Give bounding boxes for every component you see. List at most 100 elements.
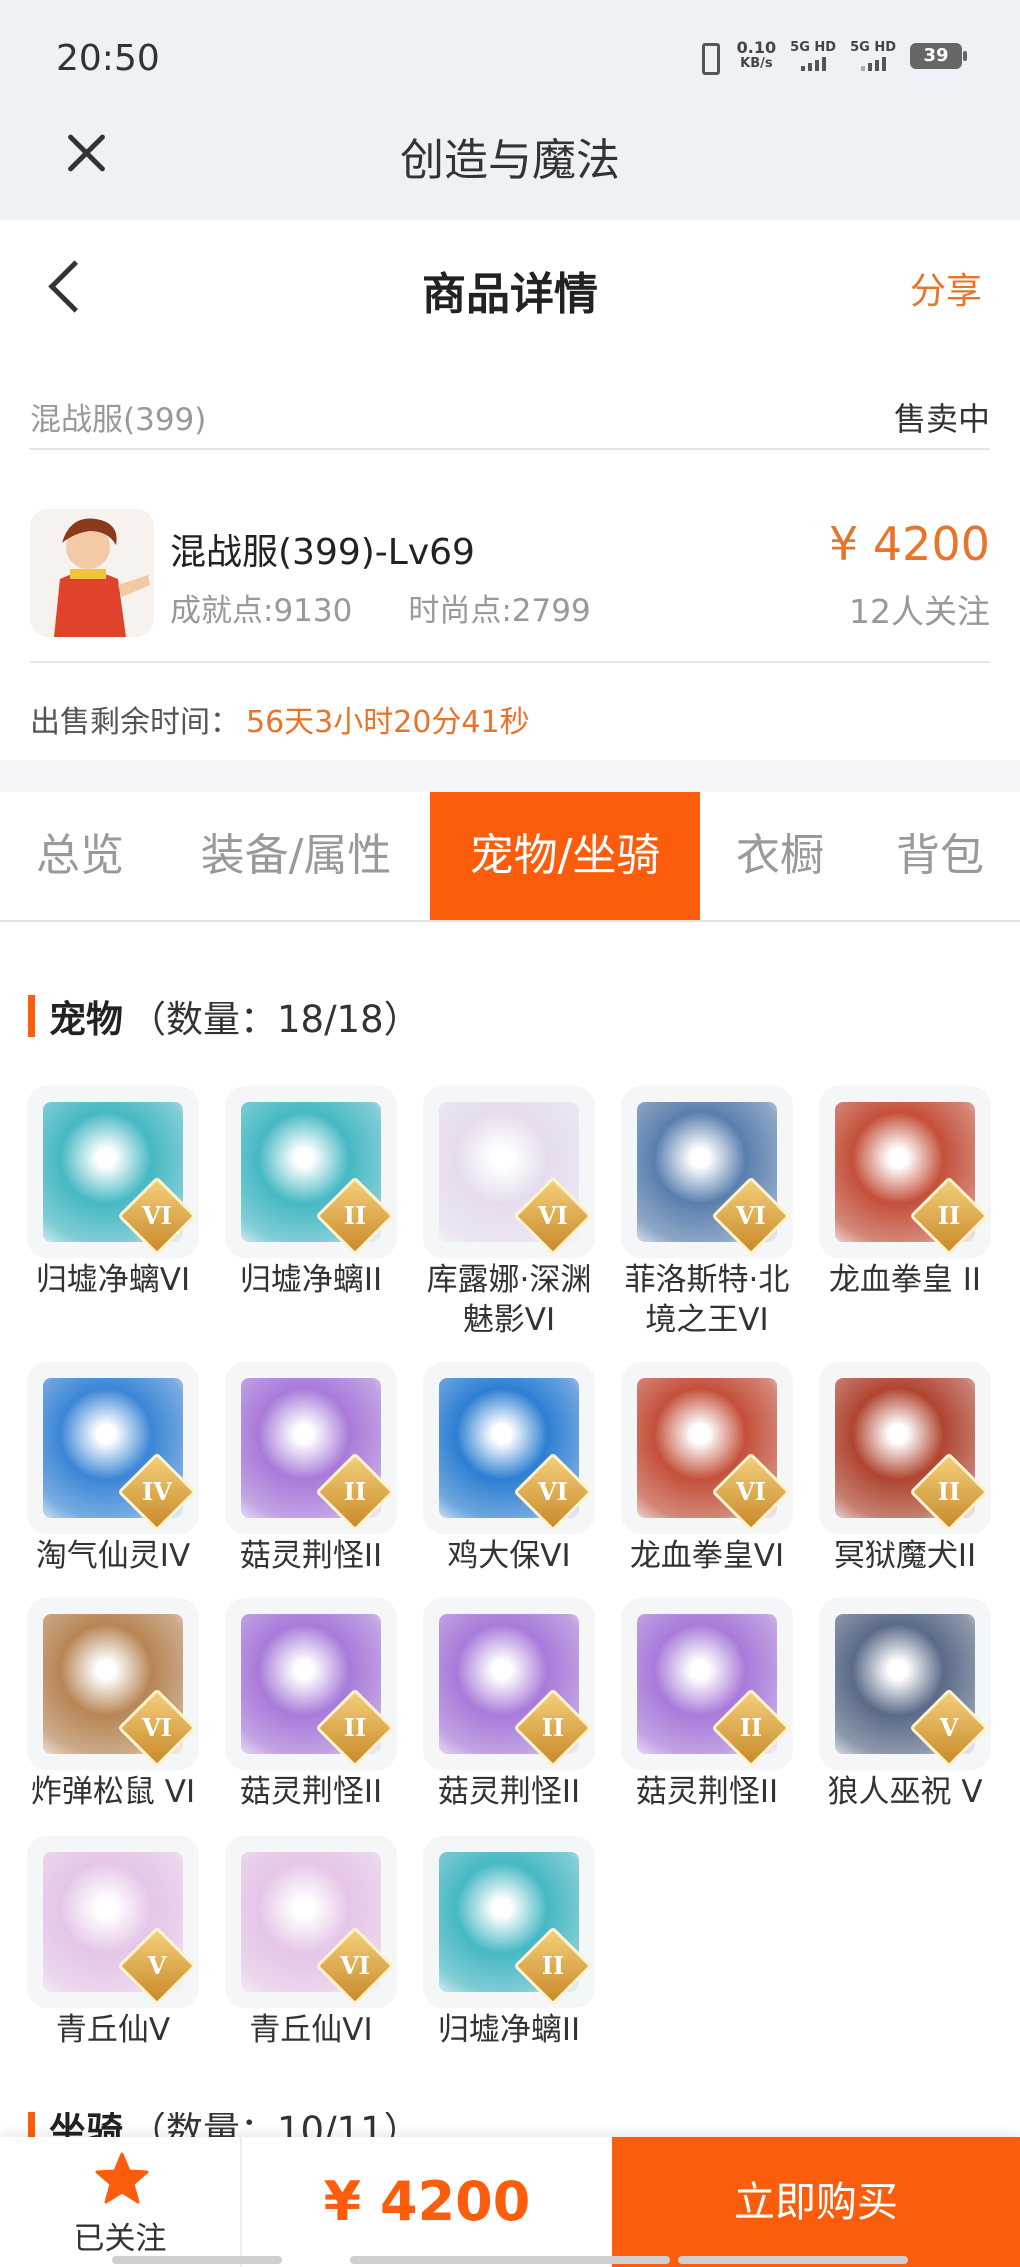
pet-card[interactable]: VI 鸡大保VI (423, 1362, 595, 1576)
rank-badge-label: II (343, 1713, 367, 1742)
pet-image: VI (423, 1362, 595, 1534)
rank-badge-label: VI (538, 1477, 568, 1506)
pet-name: 归墟净螭II (437, 2012, 581, 2048)
pet-card[interactable]: VI 库露娜·深渊魅影VI (423, 1086, 595, 1340)
rank-badge-label: II (541, 1713, 565, 1742)
pet-card[interactable]: V 狼人巫祝 V (819, 1598, 991, 1812)
pet-card[interactable]: II 龙血拳皇 II (819, 1086, 991, 1300)
share-button[interactable]: 分享 (910, 262, 982, 314)
vibrate-icon (693, 41, 723, 75)
pet-card[interactable]: II 菇灵荆怪II (225, 1598, 397, 1812)
signal-icon: 5G HD (790, 41, 836, 71)
pet-card[interactable]: VI 归墟净螭VI (27, 1086, 199, 1300)
pet-image: II (225, 1086, 397, 1258)
tab-overview[interactable]: 总览 (0, 792, 160, 920)
item-stats: 成就点:9130 时尚点:2799 (170, 585, 591, 630)
item-price: ¥ 4200 (829, 517, 990, 571)
tab-bag[interactable]: 背包 (870, 792, 1010, 920)
network-speed: 0.10 KB/s (737, 40, 776, 72)
favorite-label: 已关注 (73, 2221, 167, 2257)
pet-card[interactable]: IV 淘气仙灵IV (27, 1362, 199, 1576)
rank-badge-label: VI (538, 1201, 568, 1230)
pet-name: 狼人巫祝 V (827, 1774, 983, 1810)
pet-name: 归墟净螭VI (35, 1262, 191, 1298)
rank-badge-label: II (343, 1201, 367, 1230)
pet-name: 菇灵荆怪II (239, 1538, 383, 1574)
follower-count: 12人关注 (849, 592, 990, 631)
pet-image: II (819, 1086, 991, 1258)
rank-badge-label: II (937, 1201, 961, 1230)
rank-badge-label: VI (142, 1713, 172, 1742)
page-title: 商品详情 (422, 269, 598, 320)
pet-card[interactable]: II 菇灵荆怪II (225, 1362, 397, 1576)
pet-card[interactable]: VI 青丘仙VI (225, 1836, 397, 2050)
favorite-button[interactable]: 已关注 (0, 2137, 242, 2267)
speed-value: 0.10 (736, 38, 777, 57)
signal-icon-2: 5G HD (850, 41, 896, 71)
pet-image: II (423, 1836, 595, 2008)
status-icons: 0.10 KB/s 5G HD 5G HD 39 (693, 40, 967, 75)
server-name: 混战服(399) (30, 402, 207, 438)
pet-card[interactable]: V 青丘仙V (27, 1836, 199, 2050)
rank-badge-label: V (939, 1713, 959, 1742)
character-avatar (30, 509, 154, 637)
page-header: 商品详情 分享 (0, 220, 1020, 350)
item-name: 混战服(399)-Lv69 (170, 532, 475, 573)
tab-equipment[interactable]: 装备/属性 (176, 792, 416, 920)
pet-card[interactable]: II 冥狱魔犬II (819, 1362, 991, 1576)
pet-name: 冥狱魔犬II (833, 1538, 977, 1574)
pet-card[interactable]: VI 炸弹松鼠 VI (27, 1598, 199, 1812)
pet-image: IV (27, 1362, 199, 1534)
bottom-bar: 已关注 ¥ 4200 立即购买 (0, 2137, 1020, 2267)
battery-icon: 39 (910, 43, 967, 69)
nav-indicator (678, 2256, 908, 2264)
pet-card[interactable]: VI 菲洛斯特·北境之王VI (621, 1086, 793, 1340)
rank-badge-label: II (937, 1477, 961, 1506)
app-title: 创造与魔法 (400, 135, 620, 186)
pet-name: 菲洛斯特·北境之王VI (624, 1262, 790, 1338)
pet-image: II (819, 1362, 991, 1534)
pet-image: VI (621, 1362, 793, 1534)
pet-card[interactable]: II 菇灵荆怪II (621, 1598, 793, 1812)
app-bar: 创造与魔法 (0, 110, 1020, 220)
pets-section-count: （数量：18/18） (129, 998, 421, 1041)
divider-band (0, 760, 1020, 792)
pet-image: VI (423, 1086, 595, 1258)
tab-pets-mounts[interactable]: 宠物/坐骑 (430, 792, 700, 920)
rank-badge-label: VI (736, 1201, 766, 1230)
remaining-time: 出售剩余时间： 56天3小时20分41秒 (30, 697, 530, 741)
sale-status: 售卖中 (893, 400, 990, 438)
pet-image: II (621, 1598, 793, 1770)
pet-card[interactable]: II 归墟净螭II (225, 1086, 397, 1300)
status-bar: 20:50 0.10 KB/s 5G HD 5G HD 39 (0, 0, 1020, 110)
pet-card[interactable]: II 归墟净螭II (423, 1836, 595, 2050)
pet-name: 淘气仙灵IV (35, 1538, 191, 1574)
pet-image: II (225, 1598, 397, 1770)
pet-card[interactable]: VI 龙血拳皇VI (621, 1362, 793, 1576)
pet-card[interactable]: II 菇灵荆怪II (423, 1598, 595, 1812)
pets-section-title: 宠物 (49, 998, 123, 1041)
detail-tabs: 总览 装备/属性 宠物/坐骑 衣橱 背包 (0, 792, 1020, 922)
achievement-points: 成就点:9130 (170, 593, 353, 629)
pet-name: 菇灵荆怪II (437, 1774, 581, 1810)
status-time: 20:50 (56, 38, 160, 79)
pet-name: 库露娜·深渊魅影VI (426, 1262, 592, 1338)
pet-image: VI (27, 1086, 199, 1258)
pet-name: 龙血拳皇 II (828, 1262, 982, 1298)
pet-image: II (423, 1598, 595, 1770)
tab-wardrobe[interactable]: 衣橱 (714, 792, 846, 920)
pet-name: 青丘仙VI (249, 2012, 373, 2048)
rank-badge-label: II (541, 1951, 565, 1980)
bottom-price: ¥ 4200 (323, 2170, 531, 2233)
pet-name: 龙血拳皇VI (629, 1538, 785, 1574)
pet-image: V (27, 1836, 199, 2008)
buy-now-button[interactable]: 立即购买 (612, 2137, 1020, 2267)
item-summary: 混战服(399)-Lv69 成就点:9130 时尚点:2799 ¥ 4200 12… (30, 485, 990, 663)
pets-section-header: 宠物 （数量：18/18） (28, 992, 421, 1041)
pet-name: 菇灵荆怪II (635, 1774, 779, 1810)
pet-image: V (819, 1598, 991, 1770)
rank-badge-label: II (739, 1713, 763, 1742)
pet-name: 鸡大保VI (447, 1538, 571, 1574)
pet-image: VI (225, 1836, 397, 2008)
rank-badge-label: VI (142, 1201, 172, 1230)
